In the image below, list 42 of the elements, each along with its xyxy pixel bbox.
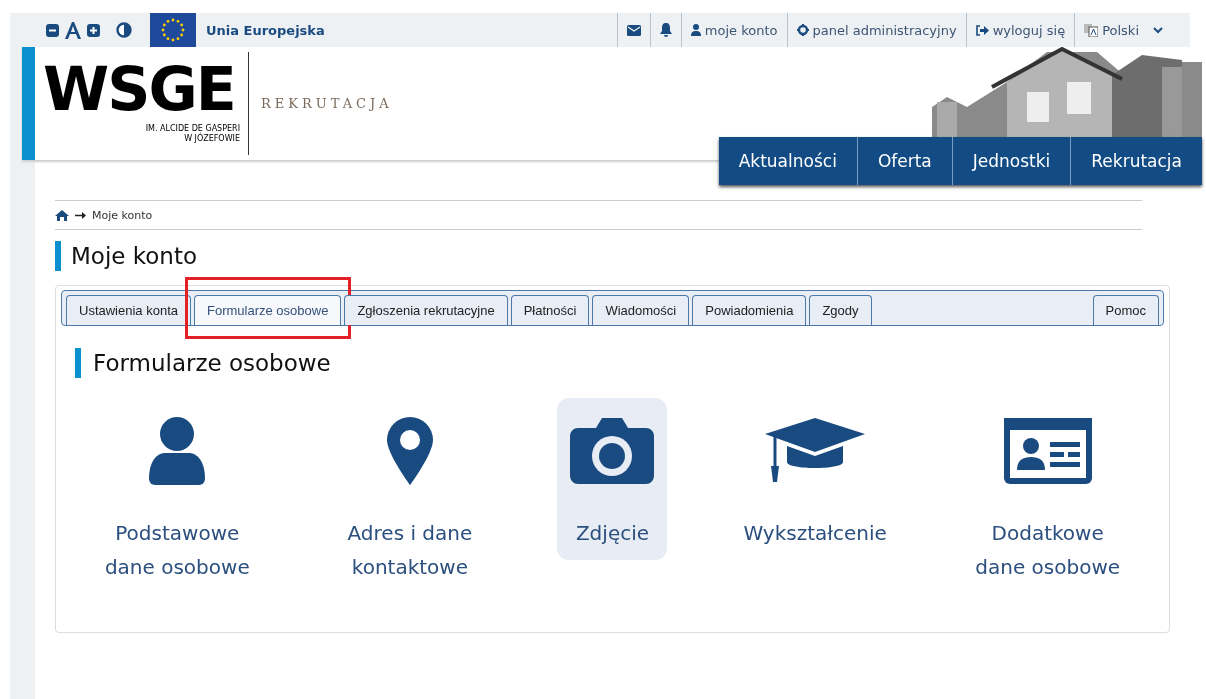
eu-label: Unia Europejska <box>206 22 325 38</box>
tab[interactable]: Zgłoszenia rekrutacyjne <box>344 295 508 325</box>
decrease-font-icon[interactable] <box>46 23 59 37</box>
tab[interactable]: Ustawienia konta <box>66 295 191 325</box>
map-pin-icon <box>386 417 433 485</box>
mail-icon <box>626 24 641 36</box>
breadcrumb-current: Moje konto <box>92 208 153 222</box>
section-title: Formularze osobowe <box>93 350 331 376</box>
tab[interactable]: Formularze osobowe <box>194 295 342 325</box>
camera-icon <box>570 418 655 484</box>
chevron-down-icon <box>1153 26 1163 34</box>
home-icon[interactable] <box>55 209 69 221</box>
tab[interactable]: Powiadomienia <box>692 295 807 325</box>
arrow-right-icon <box>75 211 86 219</box>
page-title: Moje konto <box>71 243 197 269</box>
translate-icon <box>1084 23 1099 37</box>
site-subtitle: REKRUTACJA <box>261 96 393 111</box>
person-icon <box>149 417 206 485</box>
tab[interactable]: Zgody <box>809 295 872 325</box>
form-tile[interactable]: Wykształcenie <box>730 398 901 560</box>
tab[interactable]: Wiadomości <box>592 295 690 325</box>
logo-caption: W JÓZEFOWIE <box>184 134 240 144</box>
logout-icon <box>975 24 989 36</box>
nav-link[interactable]: Aktualności <box>718 137 857 185</box>
form-tile[interactable]: Podstawowe dane osobowe <box>92 398 263 594</box>
help-tab[interactable]: Pomoc <box>1092 295 1159 325</box>
eu-flag <box>150 13 196 47</box>
logo-caption: IM. ALCIDE DE GASPERI <box>145 124 240 133</box>
contrast-icon[interactable] <box>116 22 132 38</box>
bell-icon <box>659 23 672 37</box>
form-tile[interactable]: Dodatkowe dane osobowe <box>962 398 1133 594</box>
form-tile[interactable]: Zdjęcie <box>557 398 668 560</box>
tab[interactable]: Płatności <box>510 295 590 325</box>
font-size-icon[interactable] <box>65 21 81 39</box>
form-tile[interactable]: Adres i dane kontaktowe <box>324 398 495 594</box>
accent-bar <box>75 348 81 378</box>
user-icon <box>690 24 701 36</box>
accent-bar <box>55 241 61 271</box>
id-card-icon <box>1003 418 1092 484</box>
graduation-cap-icon <box>765 418 866 484</box>
logo: WSGE <box>43 54 235 124</box>
increase-font-icon[interactable] <box>87 23 100 37</box>
